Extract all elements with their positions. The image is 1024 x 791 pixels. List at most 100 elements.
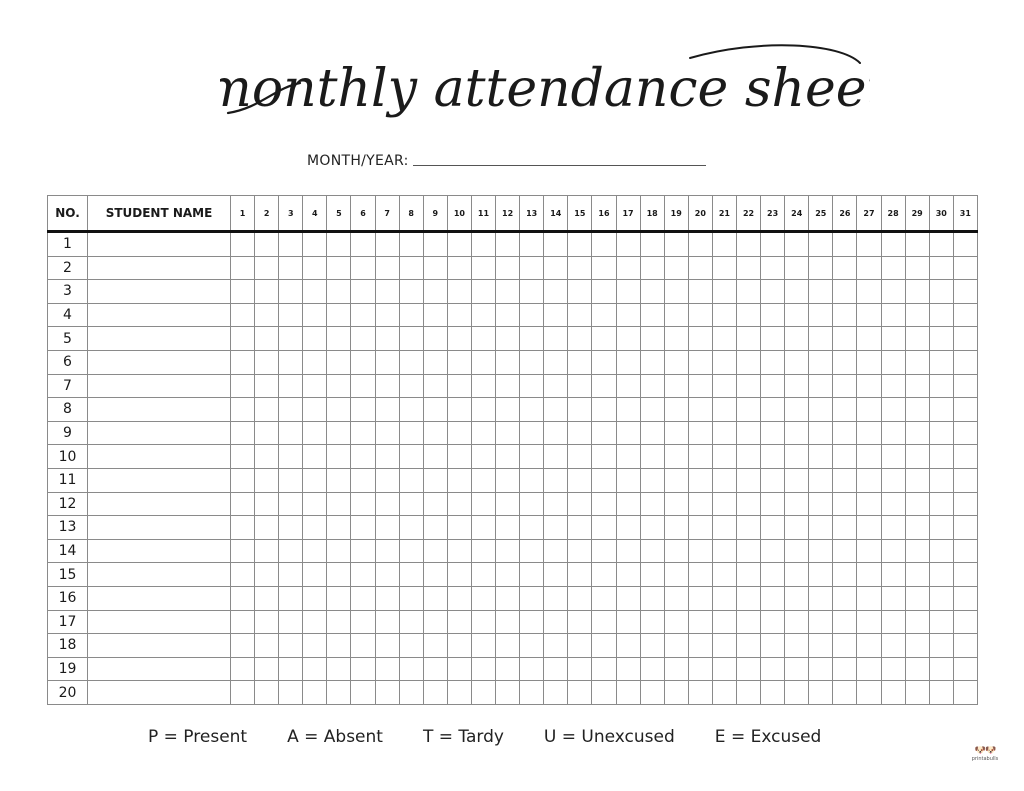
- attendance-cell-day-19[interactable]: [663, 538, 689, 564]
- attendance-cell-day-21[interactable]: [711, 515, 737, 540]
- attendance-cell-day-3[interactable]: [278, 491, 304, 517]
- attendance-cell-day-25[interactable]: [808, 349, 834, 375]
- attendance-cell-day-23[interactable]: [760, 515, 786, 540]
- attendance-cell-day-27[interactable]: [856, 562, 882, 587]
- attendance-cell-day-31[interactable]: [952, 680, 978, 705]
- attendance-cell-day-1[interactable]: [229, 302, 256, 328]
- attendance-cell-day-2[interactable]: [254, 680, 280, 705]
- attendance-cell-day-9[interactable]: [422, 373, 448, 399]
- attendance-cell-day-28[interactable]: [880, 444, 906, 469]
- attendance-cell-day-26[interactable]: [832, 231, 858, 257]
- attendance-cell-day-25[interactable]: [808, 515, 834, 540]
- attendance-cell-day-29[interactable]: [904, 373, 930, 399]
- attendance-cell-day-14[interactable]: [543, 515, 569, 540]
- attendance-cell-day-31[interactable]: [952, 255, 978, 281]
- attendance-cell-day-15[interactable]: [567, 515, 593, 540]
- attendance-cell-day-10[interactable]: [446, 515, 472, 540]
- attendance-cell-day-23[interactable]: [760, 349, 786, 375]
- attendance-cell-day-25[interactable]: [808, 444, 834, 469]
- attendance-cell-day-31[interactable]: [952, 397, 978, 422]
- attendance-cell-day-2[interactable]: [254, 467, 280, 493]
- attendance-cell-day-13[interactable]: [519, 562, 545, 587]
- month-year-field[interactable]: MONTH/YEAR:: [307, 153, 706, 169]
- attendance-cell-day-11[interactable]: [470, 538, 497, 564]
- attendance-cell-day-17[interactable]: [615, 279, 641, 304]
- attendance-cell-day-8[interactable]: [398, 680, 424, 705]
- attendance-cell-day-16[interactable]: [591, 302, 617, 328]
- attendance-cell-day-6[interactable]: [350, 609, 376, 635]
- attendance-cell-day-24[interactable]: [784, 397, 810, 422]
- attendance-cell-day-9[interactable]: [422, 515, 448, 540]
- attendance-cell-day-17[interactable]: [615, 633, 641, 658]
- attendance-cell-day-3[interactable]: [278, 680, 304, 705]
- attendance-cell-day-5[interactable]: [326, 349, 352, 375]
- attendance-cell-day-17[interactable]: [615, 680, 641, 705]
- attendance-cell-day-22[interactable]: [735, 491, 762, 517]
- attendance-cell-day-21[interactable]: [711, 585, 737, 611]
- attendance-cell-day-1[interactable]: [229, 656, 256, 682]
- attendance-cell-day-29[interactable]: [904, 633, 930, 658]
- attendance-cell-day-2[interactable]: [254, 302, 280, 328]
- attendance-cell-day-27[interactable]: [856, 680, 882, 705]
- attendance-cell-day-9[interactable]: [422, 279, 448, 304]
- attendance-cell-day-2[interactable]: [254, 279, 280, 304]
- attendance-cell-day-26[interactable]: [832, 609, 858, 635]
- attendance-cell-day-10[interactable]: [446, 538, 472, 564]
- attendance-cell-day-7[interactable]: [374, 585, 400, 611]
- attendance-cell-day-11[interactable]: [470, 302, 497, 328]
- attendance-cell-day-14[interactable]: [543, 279, 569, 304]
- attendance-cell-day-11[interactable]: [470, 515, 497, 540]
- attendance-cell-day-4[interactable]: [302, 538, 328, 564]
- attendance-cell-day-21[interactable]: [711, 633, 737, 658]
- attendance-cell-day-12[interactable]: [495, 302, 521, 328]
- attendance-cell-day-21[interactable]: [711, 397, 737, 422]
- attendance-cell-day-13[interactable]: [519, 515, 545, 540]
- attendance-cell-day-29[interactable]: [904, 585, 930, 611]
- attendance-cell-day-10[interactable]: [446, 255, 472, 281]
- attendance-cell-day-13[interactable]: [519, 349, 545, 375]
- attendance-cell-day-24[interactable]: [784, 467, 810, 493]
- attendance-cell-day-26[interactable]: [832, 397, 858, 422]
- attendance-cell-day-23[interactable]: [760, 397, 786, 422]
- attendance-cell-day-12[interactable]: [495, 515, 521, 540]
- student-name-cell[interactable]: [87, 397, 231, 422]
- attendance-cell-day-9[interactable]: [422, 302, 448, 328]
- attendance-cell-day-13[interactable]: [519, 633, 545, 658]
- attendance-cell-day-20[interactable]: [687, 326, 713, 351]
- attendance-cell-day-29[interactable]: [904, 467, 930, 493]
- attendance-cell-day-26[interactable]: [832, 633, 858, 658]
- attendance-cell-day-15[interactable]: [567, 633, 593, 658]
- attendance-cell-day-2[interactable]: [254, 538, 280, 564]
- attendance-cell-day-22[interactable]: [735, 349, 762, 375]
- attendance-cell-day-25[interactable]: [808, 302, 834, 328]
- attendance-cell-day-25[interactable]: [808, 680, 834, 705]
- attendance-cell-day-10[interactable]: [446, 633, 472, 658]
- attendance-cell-day-22[interactable]: [735, 680, 762, 705]
- attendance-cell-day-23[interactable]: [760, 538, 786, 564]
- attendance-cell-day-18[interactable]: [639, 585, 665, 611]
- attendance-cell-day-25[interactable]: [808, 609, 834, 635]
- attendance-cell-day-3[interactable]: [278, 444, 304, 469]
- attendance-cell-day-13[interactable]: [519, 326, 545, 351]
- attendance-cell-day-29[interactable]: [904, 656, 930, 682]
- attendance-cell-day-19[interactable]: [663, 609, 689, 635]
- attendance-cell-day-21[interactable]: [711, 373, 737, 399]
- attendance-cell-day-3[interactable]: [278, 633, 304, 658]
- attendance-cell-day-6[interactable]: [350, 373, 376, 399]
- attendance-cell-day-22[interactable]: [735, 326, 762, 351]
- attendance-cell-day-7[interactable]: [374, 633, 400, 658]
- attendance-cell-day-6[interactable]: [350, 633, 376, 658]
- attendance-cell-day-9[interactable]: [422, 680, 448, 705]
- attendance-cell-day-24[interactable]: [784, 491, 810, 517]
- attendance-cell-day-4[interactable]: [302, 326, 328, 351]
- attendance-cell-day-21[interactable]: [711, 326, 737, 351]
- attendance-cell-day-2[interactable]: [254, 515, 280, 540]
- attendance-cell-day-22[interactable]: [735, 444, 762, 469]
- attendance-cell-day-22[interactable]: [735, 397, 762, 422]
- attendance-cell-day-1[interactable]: [229, 538, 256, 564]
- attendance-cell-day-15[interactable]: [567, 373, 593, 399]
- attendance-cell-day-17[interactable]: [615, 467, 641, 493]
- attendance-cell-day-19[interactable]: [663, 302, 689, 328]
- attendance-cell-day-11[interactable]: [470, 373, 497, 399]
- attendance-cell-day-20[interactable]: [687, 231, 713, 257]
